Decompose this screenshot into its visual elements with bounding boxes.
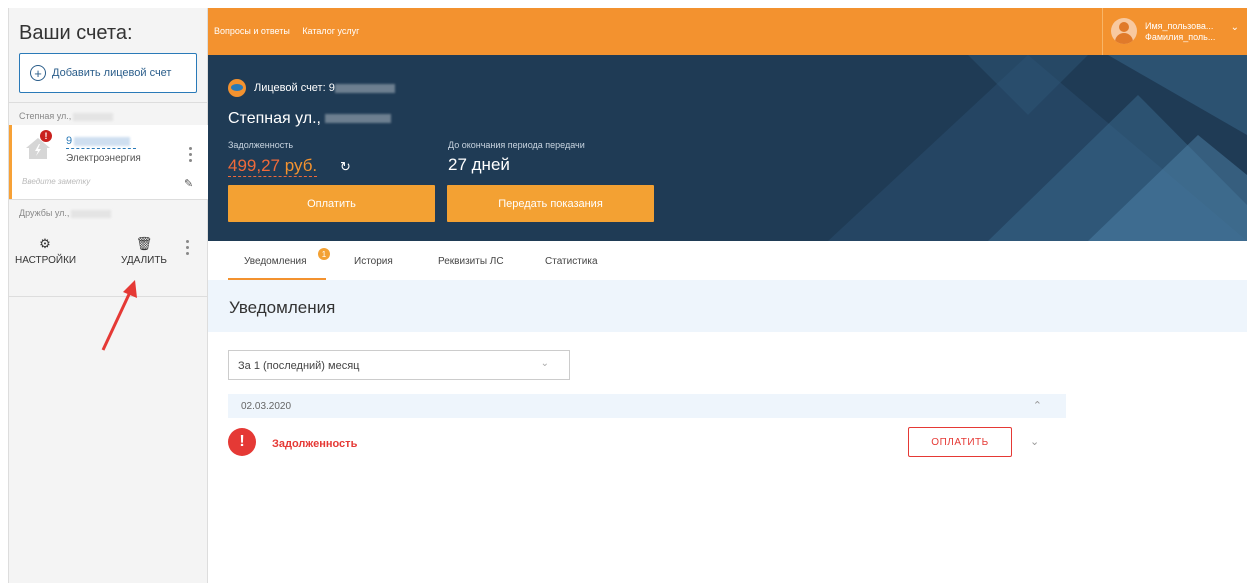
refresh-icon[interactable]: ↻ bbox=[340, 159, 351, 175]
redacted bbox=[73, 112, 114, 121]
account-card[interactable]: ! 9 Электроэнергия Введите заметку ✎ bbox=[9, 125, 208, 199]
days-remaining: 27 дней bbox=[448, 155, 510, 174]
add-account-label: Добавить лицевой счет bbox=[52, 67, 172, 79]
period-select-value: За 1 (последний) месяц bbox=[238, 360, 360, 372]
redacted bbox=[74, 136, 131, 146]
date-label: 02.03.2020 bbox=[241, 401, 292, 412]
add-account-button[interactable]: + Добавить лицевой счет bbox=[19, 53, 197, 93]
chevron-down-icon: ⌄ bbox=[1230, 22, 1239, 33]
note-field[interactable]: Введите заметку bbox=[22, 177, 90, 186]
pay-button[interactable]: Оплатить bbox=[228, 185, 435, 222]
red-arrow-annotation bbox=[101, 280, 137, 351]
submit-readings-button[interactable]: Передать показания bbox=[447, 185, 654, 222]
debt-amount[interactable]: 499,27 руб. bbox=[228, 156, 318, 177]
sidebar-title: Ваши счета: bbox=[19, 22, 133, 44]
debt-value: 499,27 bbox=[228, 156, 280, 175]
group-address-text: Дружбы ул., bbox=[19, 208, 70, 218]
tab-notifications[interactable]: Уведомления bbox=[244, 256, 307, 267]
account-number-link[interactable]: 9 bbox=[66, 135, 136, 149]
debt-currency: руб. bbox=[284, 156, 318, 175]
chevron-down-icon[interactable]: ⌄ bbox=[1030, 435, 1039, 448]
account-label: Лицевой счет: 9 bbox=[254, 82, 395, 94]
faq-link[interactable]: Вопросы и ответы bbox=[214, 26, 290, 36]
account-type: Электроэнергия bbox=[66, 153, 141, 164]
tab-statistics[interactable]: Статистика bbox=[545, 256, 598, 267]
group-address-text: Степная ул., bbox=[19, 111, 72, 121]
account-label-text: Лицевой счет: 9 bbox=[254, 82, 335, 94]
delete-label: УДАЛИТЬ bbox=[121, 255, 167, 266]
delete-button[interactable]: 🗑 УДАЛИТЬ bbox=[114, 236, 174, 266]
redacted bbox=[334, 83, 395, 93]
top-links: Вопросы и ответы Каталог услуг bbox=[214, 26, 369, 36]
user-menu[interactable]: Имя_пользова... Фамилия_поль... ⌄ bbox=[1102, 8, 1247, 55]
notifications-title: Уведомления bbox=[229, 298, 336, 317]
account-menu-icon[interactable] bbox=[186, 147, 194, 165]
tab-bar: Уведомления 1 История Реквизиты ЛС Стати… bbox=[208, 241, 1247, 280]
tab-requisites[interactable]: Реквизиты ЛС bbox=[438, 256, 504, 267]
accounts-sidebar: Ваши счета: + Добавить лицевой счет Степ… bbox=[8, 8, 208, 583]
user-name: Имя_пользова... Фамилия_поль... bbox=[1145, 21, 1215, 43]
chevron-up-icon: ⌃ bbox=[1032, 400, 1042, 412]
error-icon: ! bbox=[228, 428, 256, 456]
avatar bbox=[1111, 18, 1137, 44]
top-bar: Вопросы и ответы Каталог услуг Имя_польз… bbox=[208, 8, 1247, 55]
hero-address-text: Степная ул., bbox=[228, 110, 321, 127]
plus-icon: + bbox=[30, 65, 46, 81]
tab-history[interactable]: История bbox=[354, 256, 393, 267]
notification-item: ! Задолженность ОПЛАТИТЬ ⌄ bbox=[228, 424, 1066, 460]
alert-icon: ! bbox=[40, 130, 52, 142]
settings-button[interactable]: ⚙ НАСТРОЙКИ bbox=[15, 236, 77, 266]
group-address: Дружбы ул., bbox=[19, 208, 112, 218]
gear-icon: ⚙ bbox=[39, 236, 51, 251]
redacted bbox=[325, 114, 392, 124]
redacted bbox=[71, 209, 112, 218]
period-label: До окончания периода передачи bbox=[448, 140, 585, 150]
edit-note-icon[interactable]: ✎ bbox=[184, 177, 193, 190]
notification-pay-button[interactable]: ОПЛАТИТЬ bbox=[908, 427, 1012, 457]
notification-badge: 1 bbox=[318, 248, 330, 260]
settings-label: НАСТРОЙКИ bbox=[15, 255, 77, 266]
hero-address: Степная ул., bbox=[228, 110, 392, 128]
chevron-down-icon: ⌄ bbox=[540, 358, 549, 369]
user-last-name: Фамилия_поль... bbox=[1145, 32, 1216, 42]
account-hero: Лицевой счет: 9 Степная ул., Задолженнос… bbox=[208, 55, 1247, 241]
user-first-name: Имя_пользова... bbox=[1145, 21, 1214, 31]
period-select[interactable]: За 1 (последний) месяц ⌄ bbox=[228, 350, 570, 380]
debt-label: Задолженность bbox=[228, 140, 294, 150]
date-group-header[interactable]: 02.03.2020 ⌃ bbox=[228, 394, 1066, 418]
group-menu-icon[interactable] bbox=[183, 240, 191, 258]
catalog-link[interactable]: Каталог услуг bbox=[302, 26, 359, 36]
divider bbox=[9, 102, 208, 103]
group-address: Степная ул., bbox=[19, 111, 114, 121]
divider bbox=[9, 199, 208, 200]
account-icon bbox=[228, 79, 246, 97]
account-number-prefix: 9 bbox=[66, 135, 73, 147]
trash-icon: 🗑 bbox=[135, 236, 153, 251]
notification-title: Задолженность bbox=[272, 438, 358, 450]
notifications-header: Уведомления bbox=[208, 280, 1247, 332]
